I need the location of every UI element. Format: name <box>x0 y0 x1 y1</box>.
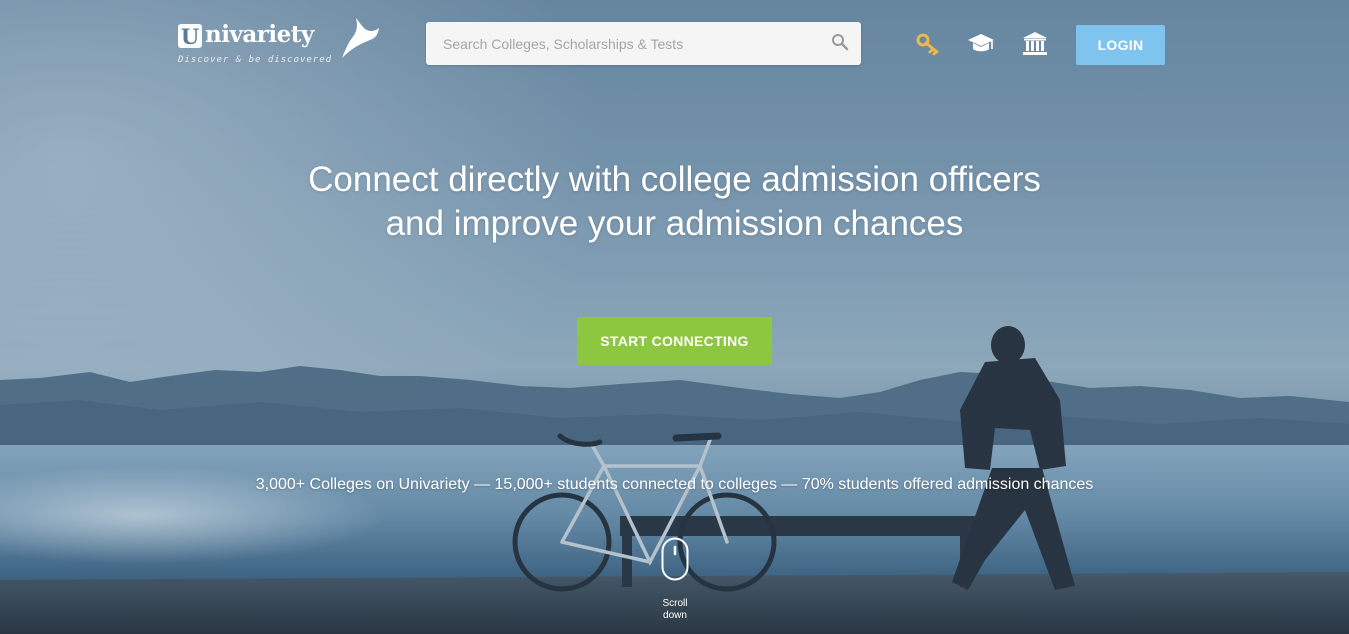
logo-wordmark: nivariety <box>205 21 314 48</box>
start-connecting-button[interactable]: START CONNECTING <box>577 317 772 365</box>
mouse-icon[interactable] <box>661 537 689 581</box>
logo-tagline: Discover & be discovered <box>178 55 333 65</box>
key-icon[interactable] <box>915 30 943 58</box>
scroll-label-line-1: Scroll <box>662 598 688 609</box>
logo-initial: U <box>178 24 202 49</box>
scroll-label: Scroll down <box>650 598 700 622</box>
login-button[interactable]: LOGIN <box>1076 25 1165 65</box>
institution-icon[interactable] <box>1021 30 1049 58</box>
scroll-label-line-2: down <box>663 610 687 621</box>
top-navbar: U nivariety Discover & be discovered LOG… <box>0 0 1349 90</box>
search-icon[interactable] <box>831 33 849 51</box>
headline-line-1: Connect directly with college admission … <box>308 160 1041 199</box>
brand-logo[interactable]: U nivariety Discover & be discovered <box>178 18 383 70</box>
hero-headline: Connect directly with college admission … <box>0 158 1349 246</box>
headline-line-2: and improve your admission chances <box>385 204 964 243</box>
stats-line: 3,000+ Colleges on Univariety — 15,000+ … <box>255 476 1094 493</box>
bird-icon <box>342 18 379 58</box>
search-bar[interactable] <box>426 22 861 65</box>
graduation-cap-icon[interactable] <box>967 30 995 58</box>
search-input[interactable] <box>426 22 833 65</box>
scroll-down-indicator[interactable]: Scroll down <box>650 537 700 627</box>
